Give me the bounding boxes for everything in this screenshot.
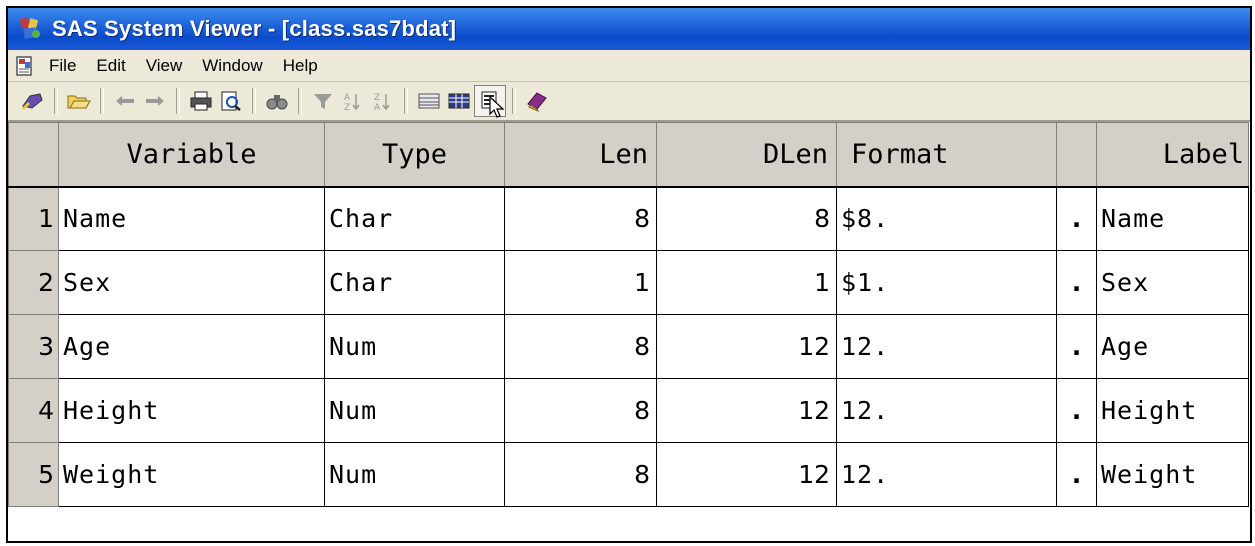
table-row[interactable]: 1 Name Char 8 8 $8. . Name: [8, 186, 1249, 251]
back-arrow-icon[interactable]: [110, 86, 140, 116]
cell-len[interactable]: 8: [504, 186, 657, 251]
column-header-label[interactable]: Label: [1096, 122, 1249, 188]
toolbar: AZ ZA: [8, 82, 1250, 122]
menu-edit[interactable]: Edit: [93, 54, 128, 78]
cell-informat[interactable]: .: [1056, 314, 1097, 379]
cell-type[interactable]: Num: [324, 442, 505, 507]
cell-dlen[interactable]: 12: [656, 314, 837, 379]
cell-label[interactable]: Height: [1096, 378, 1249, 443]
cell-format[interactable]: 12.: [836, 314, 1057, 379]
filter-funnel-icon[interactable]: [308, 86, 338, 116]
column-header-variable[interactable]: Variable: [58, 122, 325, 188]
svg-text:Z: Z: [374, 93, 380, 103]
properties-view-icon[interactable]: [474, 85, 506, 118]
toolbar-separator: [512, 88, 516, 114]
row-number[interactable]: 2: [8, 250, 59, 315]
cell-dlen[interactable]: 8: [656, 186, 837, 251]
sort-ascending-icon[interactable]: AZ: [338, 86, 368, 116]
cell-variable[interactable]: Weight: [58, 442, 325, 507]
toolbar-separator: [176, 88, 180, 114]
column-header-format[interactable]: Format: [836, 122, 1057, 188]
cell-type[interactable]: Num: [324, 314, 505, 379]
table-header-row: Variable Type Len DLen Format Label: [8, 122, 1249, 188]
column-header-dlen[interactable]: DLen: [656, 122, 837, 188]
cell-format[interactable]: 12.: [836, 442, 1057, 507]
svg-text:A: A: [374, 103, 381, 112]
cell-dlen[interactable]: 1: [656, 250, 837, 315]
open-table-icon[interactable]: [18, 86, 48, 116]
print-preview-icon[interactable]: [216, 86, 246, 116]
cell-informat[interactable]: .: [1056, 378, 1097, 443]
cell-informat[interactable]: .: [1056, 186, 1097, 251]
cell-type[interactable]: Char: [324, 186, 505, 251]
table-row[interactable]: 2 Sex Char 1 1 $1. . Sex: [8, 250, 1249, 315]
cell-variable[interactable]: Name: [58, 186, 325, 251]
menu-bar: File Edit View Window Help: [8, 50, 1250, 82]
cell-dlen[interactable]: 12: [656, 378, 837, 443]
cell-variable[interactable]: Sex: [58, 250, 325, 315]
cell-len[interactable]: 1: [504, 250, 657, 315]
open-folder-icon[interactable]: [64, 86, 94, 116]
window-title: SAS System Viewer - [class.sas7bdat]: [52, 16, 457, 41]
menu-view[interactable]: View: [143, 54, 186, 78]
cell-informat[interactable]: .: [1056, 442, 1097, 507]
cell-label[interactable]: Name: [1096, 186, 1249, 251]
svg-text:Z: Z: [344, 103, 350, 112]
toolbar-separator: [252, 88, 256, 114]
mouse-pointer-icon: [489, 96, 505, 118]
row-number[interactable]: 4: [8, 378, 59, 443]
document-icon[interactable]: [14, 55, 36, 77]
cell-len[interactable]: 8: [504, 314, 657, 379]
column-view-icon[interactable]: [414, 86, 444, 116]
svg-text:A: A: [344, 93, 351, 103]
find-binoculars-icon[interactable]: [262, 86, 292, 116]
toolbar-separator: [298, 88, 302, 114]
sas-viewer-window: SAS System Viewer - [class.sas7bdat] Fil…: [6, 6, 1252, 543]
sas-app-icon[interactable]: [18, 16, 44, 42]
print-icon[interactable]: [186, 86, 216, 116]
cell-dlen[interactable]: 12: [656, 442, 837, 507]
cell-format[interactable]: $8.: [836, 186, 1057, 251]
toolbar-separator: [100, 88, 104, 114]
menu-help[interactable]: Help: [280, 54, 321, 78]
toolbar-separator: [54, 88, 58, 114]
table-row[interactable]: 4 Height Num 8 12 12. . Height: [8, 378, 1249, 443]
row-number[interactable]: 1: [8, 186, 59, 251]
cell-label[interactable]: Age: [1096, 314, 1249, 379]
cell-label[interactable]: Weight: [1096, 442, 1249, 507]
column-header-len[interactable]: Len: [504, 122, 657, 188]
cell-variable[interactable]: Age: [58, 314, 325, 379]
variables-table-area: Variable Type Len DLen Format Label 1 Na…: [8, 122, 1250, 541]
cell-type[interactable]: Num: [324, 378, 505, 443]
toolbar-separator: [404, 88, 408, 114]
cell-label[interactable]: Sex: [1096, 250, 1249, 315]
table-row[interactable]: 3 Age Num 8 12 12. . Age: [8, 314, 1249, 379]
column-header-informat[interactable]: [1056, 122, 1097, 188]
detail-view-icon[interactable]: [444, 86, 474, 116]
row-number[interactable]: 5: [8, 442, 59, 507]
cell-variable[interactable]: Height: [58, 378, 325, 443]
cell-format[interactable]: 12.: [836, 378, 1057, 443]
sort-descending-icon[interactable]: ZA: [368, 86, 398, 116]
table-row[interactable]: 5 Weight Num 8 12 12. . Weight: [8, 442, 1249, 507]
cell-format[interactable]: $1.: [836, 250, 1057, 315]
cell-len[interactable]: 8: [504, 442, 657, 507]
menu-window[interactable]: Window: [199, 54, 265, 78]
forward-arrow-icon[interactable]: [140, 86, 170, 116]
row-number[interactable]: 3: [8, 314, 59, 379]
menu-file[interactable]: File: [46, 54, 79, 78]
cell-len[interactable]: 8: [504, 378, 657, 443]
cell-informat[interactable]: .: [1056, 250, 1097, 315]
variables-table: Variable Type Len DLen Format Label 1 Na…: [8, 122, 1249, 507]
book-help-icon[interactable]: [522, 86, 552, 116]
column-header-type[interactable]: Type: [324, 122, 505, 188]
cell-type[interactable]: Char: [324, 250, 505, 315]
title-bar[interactable]: SAS System Viewer - [class.sas7bdat]: [8, 8, 1250, 50]
corner-cell[interactable]: [8, 122, 59, 188]
